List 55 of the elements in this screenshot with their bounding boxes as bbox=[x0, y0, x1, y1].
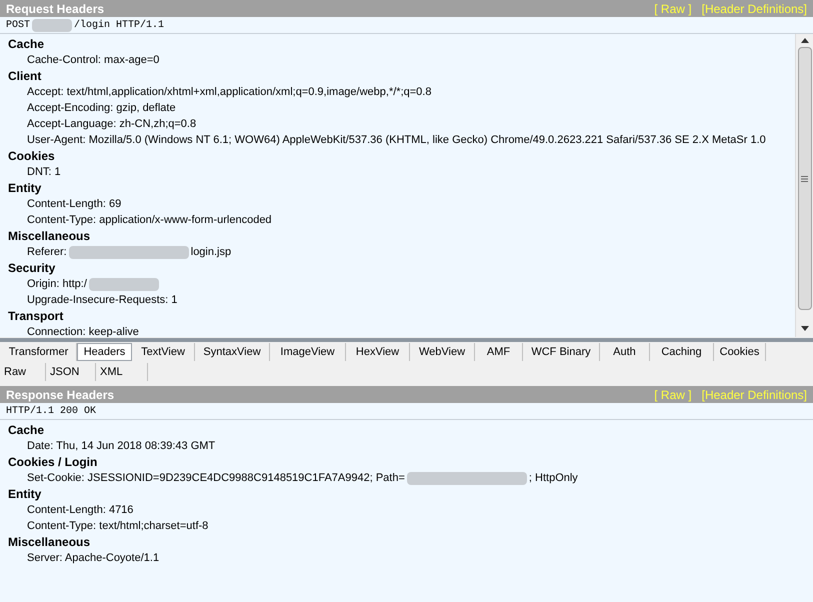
section-title: Response Headers bbox=[6, 386, 114, 404]
section-title: Request Headers bbox=[6, 0, 104, 18]
header-line: Accept-Encoding: gzip, deflate bbox=[27, 100, 176, 116]
header-line: Referer: bbox=[27, 244, 67, 260]
tab[interactable]: XML bbox=[96, 363, 148, 381]
scroll-down-icon[interactable] bbox=[800, 326, 808, 331]
header-line: Origin: http:/ bbox=[27, 276, 87, 292]
header-line: Set-Cookie: JSESSIONID=9D239CE4DC9988C9148519C1FA7A9942; Path= bbox=[27, 470, 405, 486]
tab[interactable]: AMF bbox=[475, 343, 523, 361]
group-heading: Transport bbox=[8, 308, 64, 324]
header-line: Upgrade-Insecure-Requests: 1 bbox=[27, 292, 178, 308]
tab[interactable]: Caching bbox=[650, 343, 714, 361]
group-heading: Client bbox=[8, 68, 42, 84]
scroll-thumb[interactable] bbox=[798, 47, 812, 310]
header-line: Server: Apache-Coyote/1.1 bbox=[27, 550, 160, 566]
tab[interactable]: Cookies bbox=[714, 343, 766, 361]
tab[interactable]: WebView bbox=[410, 343, 475, 361]
group-heading: Cookies bbox=[8, 148, 55, 164]
redacted-blur bbox=[88, 278, 159, 290]
header-line: Cache-Control: max-age=0 bbox=[27, 52, 160, 68]
group-heading: Security bbox=[8, 260, 56, 276]
header-line: Connection: keep-alive bbox=[27, 324, 139, 337]
group-heading: Miscellaneous bbox=[8, 534, 90, 550]
header-line: ; HttpOnly bbox=[528, 470, 578, 486]
header-line: DNT: 1 bbox=[27, 164, 61, 180]
grip-icon bbox=[801, 176, 808, 182]
header-line: Accept: text/html,application/xhtml+xml,application/xml;q=0.9,image/webp,*/*;q=0.8 bbox=[27, 84, 432, 100]
group-heading: Cache bbox=[8, 422, 44, 438]
group-heading: Entity bbox=[8, 180, 42, 196]
group-heading: Entity bbox=[8, 486, 42, 502]
header-line: Content-Type: text/html;charset=utf-8 bbox=[27, 518, 208, 534]
group-heading: Cookies / Login bbox=[8, 454, 98, 470]
tab[interactable]: WCF Binary bbox=[523, 343, 600, 361]
header-line: Content-Length: 4716 bbox=[27, 502, 134, 518]
header-line: Content-Length: 69 bbox=[27, 196, 122, 212]
header-line: User-Agent: Mozilla/5.0 (Windows NT 6.1; WOW64) AppleWebKit/537.36 (KHTML, like Gecko) Chrome/49.0.2623.221 Safari/537.36 SE 2.X MetaSr 1.0 bbox=[27, 132, 766, 148]
tab[interactable]: ImageView bbox=[270, 343, 346, 361]
tab[interactable]: Auth bbox=[600, 343, 650, 361]
tab[interactable]: TextView bbox=[132, 343, 195, 361]
tab[interactable]: JSON bbox=[46, 363, 96, 381]
header-line: Date: Thu, 14 Jun 2018 08:39:43 GMT bbox=[27, 438, 216, 454]
tab[interactable]: Raw bbox=[0, 363, 46, 381]
tab[interactable]: SyntaxView bbox=[195, 343, 270, 361]
request-line: POST bbox=[6, 18, 30, 32]
header-line: login.jsp bbox=[190, 244, 232, 260]
tab[interactable]: Headers bbox=[77, 343, 132, 361]
group-heading: Cache bbox=[8, 36, 44, 52]
group-heading: Miscellaneous bbox=[8, 228, 90, 244]
header-line: Accept-Language: zh-CN,zh;q=0.8 bbox=[27, 116, 196, 132]
request-line: /login HTTP/1.1 bbox=[74, 18, 164, 32]
scroll-up-icon[interactable] bbox=[800, 38, 808, 43]
scrollbar[interactable] bbox=[795, 34, 813, 337]
tab[interactable]: HexView bbox=[346, 343, 410, 361]
request-line: HTTP/1.1 200 OK bbox=[6, 404, 96, 418]
header-line: Content-Type: application/x-www-form-urlencoded bbox=[27, 212, 272, 228]
